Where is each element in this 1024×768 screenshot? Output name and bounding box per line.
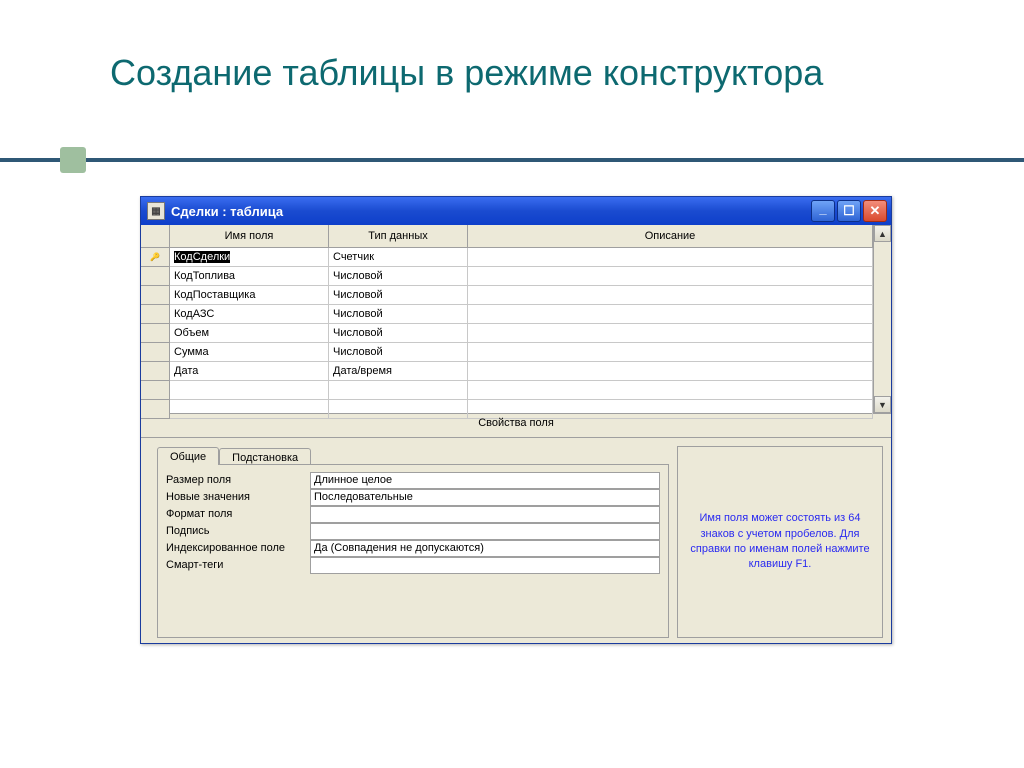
field-name-cell[interactable]: КодАЗС [170, 305, 329, 324]
tab-panel-general: Размер поля Длинное целое Новые значения… [157, 464, 669, 638]
close-button[interactable]: ✕ [863, 200, 887, 222]
property-row: Новые значения Последовательные [166, 488, 660, 505]
table-row[interactable]: Дата Дата/время [141, 362, 873, 381]
property-value[interactable] [310, 506, 660, 523]
description-cell[interactable] [468, 286, 873, 305]
description-cell[interactable] [468, 267, 873, 286]
data-type-cell[interactable]: Счетчик [329, 248, 468, 267]
col-selector[interactable] [141, 225, 170, 248]
property-row: Подпись [166, 522, 660, 539]
minimize-button[interactable]: _ [811, 200, 835, 222]
property-row: Формат поля [166, 505, 660, 522]
scroll-up-button[interactable]: ▲ [874, 225, 891, 242]
data-type-cell[interactable]: Числовой [329, 267, 468, 286]
property-row: Размер поля Длинное целое [166, 471, 660, 488]
description-cell[interactable] [468, 324, 873, 343]
row-selector[interactable] [141, 286, 170, 305]
description-cell[interactable] [468, 400, 873, 419]
table-row[interactable]: КодАЗС Числовой [141, 305, 873, 324]
row-selector[interactable] [141, 343, 170, 362]
table-row[interactable]: КодТоплива Числовой [141, 267, 873, 286]
data-type-cell[interactable] [329, 400, 468, 419]
description-cell[interactable] [468, 362, 873, 381]
description-cell[interactable] [468, 381, 873, 400]
data-type-cell[interactable]: Дата/время [329, 362, 468, 381]
maximize-button[interactable]: ☐ [837, 200, 861, 222]
field-name-cell[interactable]: Дата [170, 362, 329, 381]
row-selector[interactable] [141, 324, 170, 343]
field-name-cell[interactable] [170, 381, 329, 400]
row-selector[interactable] [141, 381, 170, 400]
col-field-name[interactable]: Имя поля [170, 225, 329, 248]
property-label: Индексированное поле [166, 542, 310, 554]
row-selector[interactable] [141, 362, 170, 381]
table-row[interactable] [141, 381, 873, 400]
field-name-cell[interactable]: КодСделки [174, 251, 230, 263]
data-type-cell[interactable]: Числовой [329, 305, 468, 324]
property-value[interactable] [310, 557, 660, 574]
data-type-cell[interactable]: Числовой [329, 286, 468, 305]
col-description[interactable]: Описание [468, 225, 873, 248]
title-bullet [60, 147, 86, 173]
field-name-cell[interactable]: КодТоплива [170, 267, 329, 286]
field-name-cell[interactable] [170, 400, 329, 419]
access-designer-window: ▦ Сделки : таблица _ ☐ ✕ Имя поля Тип да… [140, 196, 892, 644]
field-name-cell[interactable]: КодПоставщика [170, 286, 329, 305]
field-name-cell[interactable]: Сумма [170, 343, 329, 362]
property-label: Размер поля [166, 474, 310, 486]
help-text: Имя поля может состоять из 64 знаков с у… [690, 511, 870, 573]
table-icon: ▦ [147, 202, 165, 220]
titlebar[interactable]: ▦ Сделки : таблица _ ☐ ✕ [141, 197, 891, 225]
property-row: Индексированное поле Да (Совпадения не д… [166, 539, 660, 556]
title-rule [0, 158, 1024, 162]
row-selector[interactable] [141, 267, 170, 286]
property-value[interactable]: Длинное целое [310, 472, 660, 489]
description-cell[interactable] [468, 343, 873, 362]
table-row[interactable]: Сумма Числовой [141, 343, 873, 362]
col-data-type[interactable]: Тип данных [329, 225, 468, 248]
data-type-cell[interactable] [329, 381, 468, 400]
primary-key-icon [149, 251, 161, 263]
data-type-cell[interactable]: Числовой [329, 343, 468, 362]
data-type-cell[interactable]: Числовой [329, 324, 468, 343]
property-value[interactable] [310, 523, 660, 540]
property-value[interactable]: Последовательные [310, 489, 660, 506]
context-help-pane: Имя поля может состоять из 64 знаков с у… [677, 446, 883, 638]
field-name-cell[interactable]: Объем [170, 324, 329, 343]
property-label: Смарт-теги [166, 559, 310, 571]
property-row: Смарт-теги [166, 556, 660, 573]
property-label: Подпись [166, 525, 310, 537]
row-selector[interactable] [141, 400, 170, 419]
vertical-scrollbar[interactable]: ▲ ▼ [873, 225, 891, 413]
row-selector[interactable] [141, 248, 170, 267]
table-row[interactable] [141, 400, 873, 419]
table-row[interactable]: Объем Числовой [141, 324, 873, 343]
property-label: Новые значения [166, 491, 310, 503]
property-label: Формат поля [166, 508, 310, 520]
scroll-down-button[interactable]: ▼ [874, 396, 891, 413]
slide-title: Создание таблицы в режиме конструктора [110, 50, 823, 95]
table-row[interactable]: КодСделки Счетчик [141, 248, 873, 267]
window-title: Сделки : таблица [171, 204, 283, 219]
table-row[interactable]: КодПоставщика Числовой [141, 286, 873, 305]
row-selector[interactable] [141, 305, 170, 324]
description-cell[interactable] [468, 305, 873, 324]
tab-general[interactable]: Общие [157, 447, 219, 465]
description-cell[interactable] [468, 248, 873, 267]
field-properties-pane: Общие Подстановка Размер поля Длинное це… [141, 438, 891, 646]
field-table[interactable]: Имя поля Тип данных Описание КодСделки С… [141, 225, 873, 419]
scroll-track[interactable] [874, 242, 891, 396]
field-grid: Имя поля Тип данных Описание КодСделки С… [141, 225, 891, 414]
property-value[interactable]: Да (Совпадения не допускаются) [310, 540, 660, 557]
